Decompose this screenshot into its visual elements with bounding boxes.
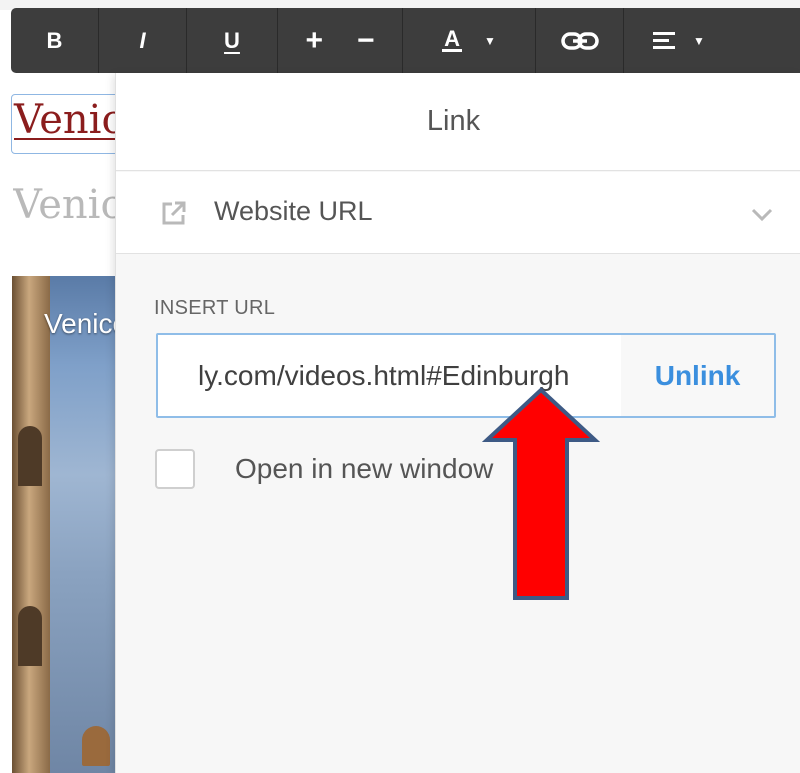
increase-font-size-button[interactable]: + xyxy=(305,24,323,58)
annotation-arrow-icon xyxy=(482,387,600,600)
link-type-label: Website URL xyxy=(214,196,373,226)
font-size-controls: + − xyxy=(278,8,403,73)
italic-icon: I xyxy=(139,27,146,53)
text-format-toolbar: B I U + − A ▼ ▼ xyxy=(11,8,800,73)
caret-down-icon: ▼ xyxy=(484,33,496,48)
url-field-group: ly.com/videos.html#Edinburgh Unlink xyxy=(156,333,776,418)
bold-button[interactable]: B xyxy=(11,8,99,73)
italic-button[interactable]: I xyxy=(99,8,187,73)
open-new-window-label: Open in new window xyxy=(235,453,494,484)
align-button[interactable]: ▼ xyxy=(624,8,734,73)
open-new-window-checkbox[interactable] xyxy=(155,449,195,489)
chevron-down-icon xyxy=(751,208,773,222)
underline-button[interactable]: U xyxy=(187,8,278,73)
align-left-icon xyxy=(653,32,676,49)
caret-down-icon: ▼ xyxy=(693,33,705,48)
image-building xyxy=(12,276,50,773)
unlink-button[interactable]: Unlink xyxy=(621,335,774,416)
link-type-dropdown[interactable]: Website URL xyxy=(116,172,800,254)
link-popover-title: Link xyxy=(426,105,481,137)
text-color-button[interactable]: A ▼ xyxy=(403,8,536,73)
link-popover: Link Website URL INSERT URL ly.com/video… xyxy=(115,73,800,773)
link-icon xyxy=(560,31,599,50)
text-color-icon: A xyxy=(442,26,462,52)
image-dome xyxy=(82,726,110,766)
decrease-font-size-button[interactable]: − xyxy=(357,24,375,58)
link-popover-header: Link xyxy=(116,73,800,171)
insert-url-label: INSERT URL xyxy=(154,297,276,319)
external-link-icon xyxy=(162,201,186,225)
link-button[interactable] xyxy=(536,8,624,73)
underline-icon: U xyxy=(224,27,240,53)
bold-icon: B xyxy=(46,27,63,53)
